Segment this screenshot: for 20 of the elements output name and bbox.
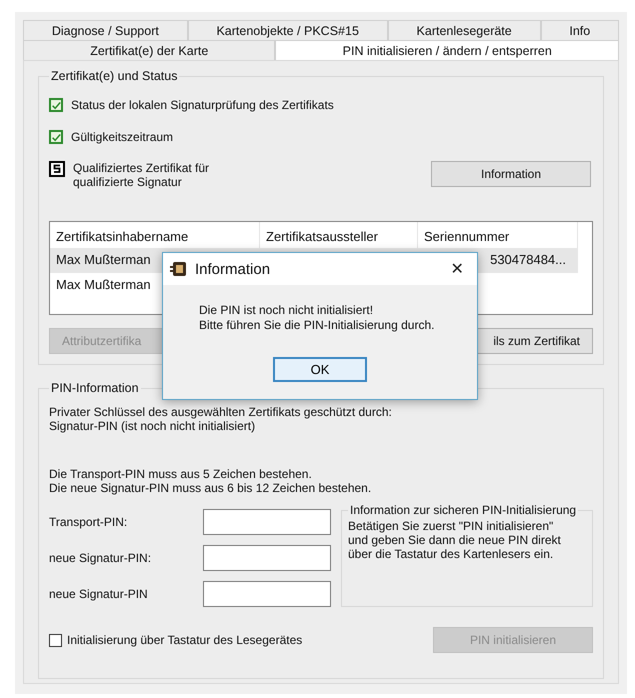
- info-text: Betätigen Sie zuerst "PIN initialisieren" und geben Sie dann die neue PIN direkt über die Tastatur des Kartenlesers ein.: [348, 519, 562, 561]
- status-label: Status der lokalen Signaturprüfung des Zertifikats: [71, 98, 334, 112]
- checkbox-label: Initialisierung über Tastatur des Lesegerätes: [67, 633, 302, 647]
- field-label: neue Signatur-PIN: [49, 587, 148, 601]
- table-cell: 530478484...: [490, 252, 566, 267]
- table-cell: Max Mußterman: [56, 277, 151, 292]
- group-title: Information zur sicheren PIN-Initialisierung: [349, 503, 578, 517]
- status-label: Gültigkeitszeitraum: [71, 130, 174, 144]
- group-title: Zertifikat(e) und Status: [50, 69, 178, 83]
- field-label: Transport-PIN:: [49, 515, 128, 529]
- rule-text: Die Transport-PIN muss aus 5 Zeichen bestehen.: [49, 467, 313, 481]
- field-label: neue Signatur-PIN:: [49, 551, 152, 565]
- dialog-title: Information: [195, 260, 272, 278]
- rule-text: Die neue Signatur-PIN muss aus 6 bis 12 Zeichen bestehen.: [49, 481, 372, 495]
- group-title: PIN-Information: [50, 381, 140, 395]
- protection-text: Privater Schlüssel des ausgewählten Zertifikats geschützt durch:: [49, 405, 393, 419]
- table-cell: Max Mußterman: [56, 252, 151, 267]
- qualified-label: Qualifiziertes Zertifikat für qualifizierte Signatur: [73, 161, 210, 189]
- dialog-message: Die PIN ist noch nicht initialisiert!: [199, 303, 374, 318]
- protection-text: Signatur-PIN (ist noch nicht initialisiert): [49, 419, 256, 433]
